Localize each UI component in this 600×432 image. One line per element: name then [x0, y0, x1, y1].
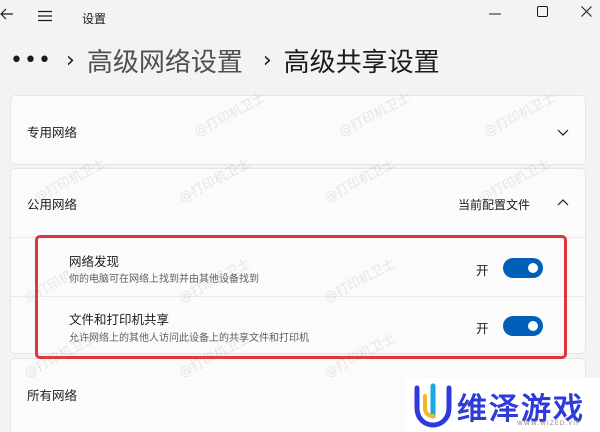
hamburger-menu-icon[interactable] — [37, 9, 53, 23]
breadcrumb-separator: › — [262, 47, 272, 73]
file-printer-sharing-title: 文件和打印机共享 — [69, 312, 170, 327]
logo-subtext: WWW.WIZED.VIP — [517, 420, 581, 427]
chevron-up-icon[interactable] — [556, 197, 570, 207]
file-printer-sharing-description: 允许网络上的其他人访问此设备上的共享文件和打印机 — [69, 333, 309, 344]
all-networks-label: 所有网络 — [27, 388, 78, 403]
private-network-label: 专用网络 — [27, 125, 78, 140]
breadcrumb-item-advanced-network[interactable]: 高级网络设置 — [87, 42, 243, 79]
network-discovery-description: 你的电脑可在网络上找到并由其他设备找到 — [69, 274, 259, 285]
divider — [11, 237, 587, 238]
public-network-section: 公用网络 当前配置文件 网络发现 你的电脑可在网络上找到并由其他设备找到 开 文… — [10, 168, 587, 354]
file-printer-sharing-toggle[interactable] — [503, 316, 543, 336]
file-printer-sharing-state: 开 — [476, 321, 489, 336]
site-logo: 维泽游戏 WWW.WIZED.VIP — [405, 378, 600, 432]
window-title: 设置 — [82, 12, 107, 26]
page-title: 高级共享设置 — [283, 47, 440, 78]
network-discovery-toggle[interactable] — [503, 258, 543, 278]
logo-mark-icon — [413, 382, 453, 428]
toggle-knob — [528, 321, 538, 331]
breadcrumb: ••• › 高级网络设置 › 高级共享设置 — [10, 40, 440, 80]
close-icon[interactable] — [576, 3, 596, 19]
minimize-icon[interactable] — [485, 6, 505, 22]
breadcrumb-separator: › — [66, 47, 75, 73]
title-bar: 设置 — [0, 0, 600, 38]
public-network-label: 公用网络 — [27, 197, 78, 212]
breadcrumb-more-button[interactable]: ••• — [10, 48, 51, 73]
private-network-section[interactable]: 专用网络 — [10, 95, 586, 165]
current-profile-tag: 当前配置文件 — [458, 198, 531, 212]
network-discovery-title: 网络发现 — [69, 254, 120, 269]
network-discovery-state: 开 — [476, 263, 489, 278]
divider — [11, 296, 587, 297]
maximize-icon[interactable] — [532, 3, 552, 19]
back-arrow-icon[interactable] — [0, 6, 14, 22]
chevron-down-icon[interactable] — [556, 127, 570, 137]
toggle-knob — [528, 263, 538, 273]
